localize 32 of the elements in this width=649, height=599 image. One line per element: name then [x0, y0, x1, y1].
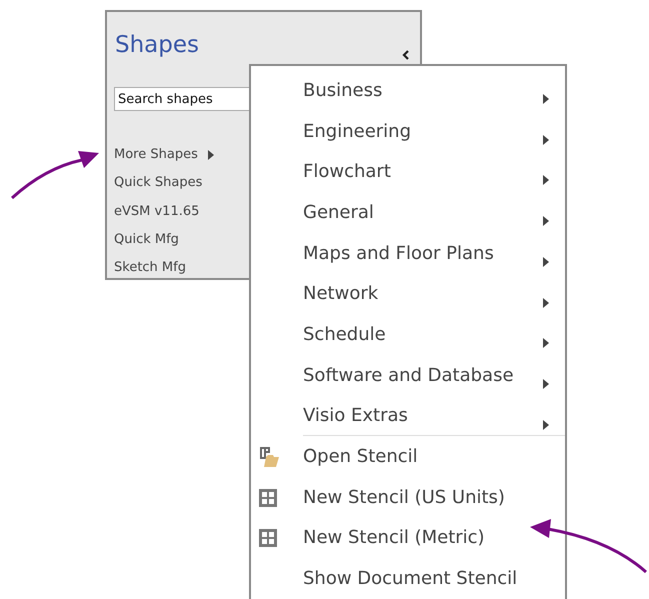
submenu-arrow-icon [543, 338, 549, 348]
stencil-item[interactable]: eVSM v11.65 [114, 202, 200, 222]
collapse-icon[interactable] [402, 50, 410, 60]
stencil-item[interactable]: Quick Mfg [114, 230, 179, 250]
stencil-item[interactable]: Sketch Mfg [114, 258, 186, 278]
submenu-arrow-icon [543, 134, 549, 145]
menu-item[interactable]: General [251, 192, 565, 233]
menu-item[interactable]: Flowchart [251, 151, 565, 192]
menu-item[interactable]: New Stencil (US Units) [251, 476, 565, 518]
submenu-arrow-icon [208, 150, 214, 160]
grid-icon [259, 488, 277, 507]
menu-item[interactable]: Software and Database [251, 354, 565, 396]
submenu-arrow-icon [543, 175, 549, 186]
submenu-arrow-icon [543, 94, 549, 104]
stencil-folder-icon [259, 446, 281, 468]
menu-item[interactable]: Open Stencil [251, 436, 565, 477]
menu-item[interactable]: Show Document Stencil [251, 558, 565, 599]
menu-item[interactable]: Schedule [251, 314, 565, 355]
grid-icon [259, 529, 277, 548]
submenu-arrow-icon [543, 216, 549, 226]
stencil-item[interactable]: More Shapes [114, 145, 198, 165]
stencil-item[interactable]: Quick Shapes [114, 173, 202, 194]
menu-item[interactable]: Maps and Floor Plans [251, 232, 565, 274]
submenu-arrow-icon [543, 420, 549, 430]
submenu-arrow-icon [543, 298, 549, 308]
menu-item[interactable]: Network [251, 273, 565, 314]
submenu-arrow-icon [543, 378, 549, 389]
menu-item[interactable]: New Stencil (Metric) [251, 518, 565, 558]
menu-item[interactable]: Visio Extras [251, 396, 565, 436]
submenu-arrow-icon [543, 256, 549, 267]
menu-item[interactable]: Engineering [251, 110, 565, 152]
panel-title: Shapes [115, 32, 200, 60]
